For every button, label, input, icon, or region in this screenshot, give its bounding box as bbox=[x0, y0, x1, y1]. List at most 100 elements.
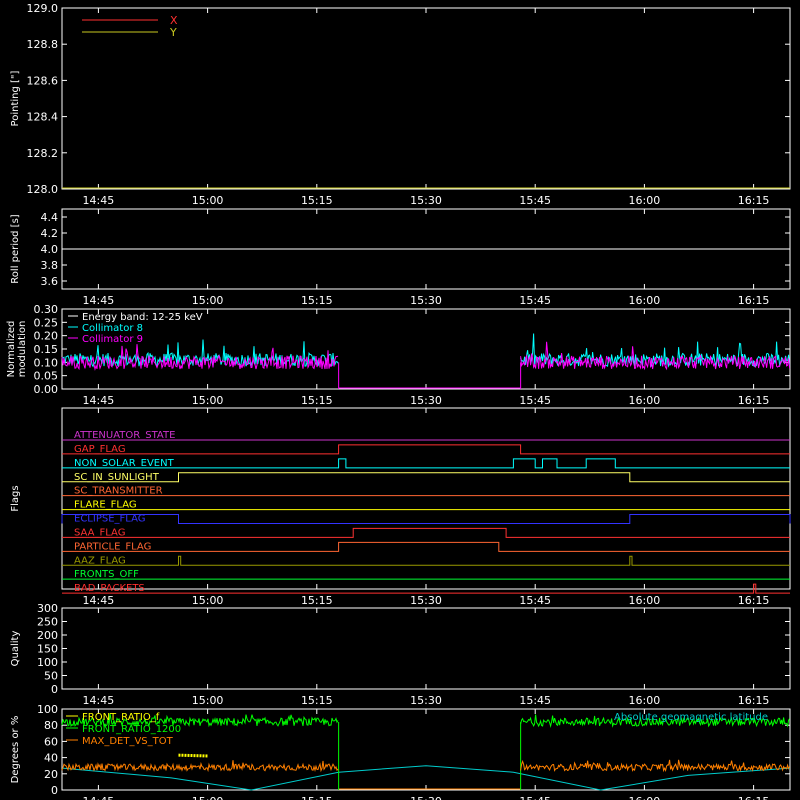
y-tick-label: 0.00 bbox=[34, 383, 59, 396]
x-tick-label: 16:00 bbox=[629, 594, 661, 607]
x-tick-label: 15:15 bbox=[301, 694, 333, 707]
y-axis-label-line: Normalized bbox=[6, 321, 17, 378]
x-tick-label: 15:15 bbox=[301, 394, 333, 407]
x-tick-label: 15:45 bbox=[519, 294, 551, 307]
x-tick-label: 14:45 bbox=[83, 795, 115, 800]
x-tick-label: 15:45 bbox=[519, 394, 551, 407]
y-axis-label-line: Roll period [s] bbox=[10, 214, 21, 283]
y-tick-label: 300 bbox=[37, 602, 58, 615]
x-tick-label: 16:00 bbox=[629, 294, 661, 307]
figure-background bbox=[0, 0, 800, 800]
flag-label: BAD_PACKETS bbox=[74, 583, 145, 594]
y-tick-label: 128.2 bbox=[27, 147, 59, 160]
y-tick-label: 128.4 bbox=[27, 111, 59, 124]
legend-label: Energy band: 12-25 keV bbox=[82, 312, 203, 323]
x-tick-label: 15:45 bbox=[519, 694, 551, 707]
x-tick-label: 16:15 bbox=[738, 795, 770, 800]
y-tick-label: 0 bbox=[51, 784, 58, 797]
legend-label: FRONT_RATIO_1200 bbox=[82, 724, 181, 735]
x-tick-label: 15:00 bbox=[192, 795, 224, 800]
x-tick-label: 14:45 bbox=[83, 394, 115, 407]
y-tick-label: 50 bbox=[44, 670, 58, 683]
x-tick-label: 15:30 bbox=[410, 795, 442, 800]
y-axis-label-line: Flags bbox=[10, 485, 21, 511]
y-axis-label: Roll period [s] bbox=[10, 214, 21, 283]
flag-label: PARTICLE_FLAG bbox=[74, 541, 151, 552]
y-axis-label: Quality bbox=[10, 631, 21, 667]
x-tick-label: 16:15 bbox=[738, 594, 770, 607]
legend-label: Collimator 9 bbox=[82, 334, 143, 345]
y-tick-label: 0.15 bbox=[34, 343, 59, 356]
y-tick-label: 4.2 bbox=[41, 227, 59, 240]
x-tick-label: 15:30 bbox=[410, 594, 442, 607]
x-tick-label: 15:15 bbox=[301, 795, 333, 800]
x-tick-label: 15:30 bbox=[410, 394, 442, 407]
x-tick-label: 15:15 bbox=[301, 594, 333, 607]
y-axis-label: Degrees or % bbox=[10, 716, 21, 784]
y-tick-label: 0.30 bbox=[34, 303, 59, 316]
y-tick-label: 129.0 bbox=[27, 2, 59, 15]
flag-label: SC_IN_SUNLIGHT bbox=[74, 472, 160, 483]
legend-label-right: Absolute geomagnetic latitude bbox=[614, 712, 768, 723]
y-tick-label: 0 bbox=[51, 683, 58, 696]
x-tick-label: 16:15 bbox=[738, 294, 770, 307]
flag-label: ATTENUATOR_STATE bbox=[74, 430, 175, 441]
y-tick-label: 0.10 bbox=[34, 356, 59, 369]
x-tick-label: 15:30 bbox=[410, 294, 442, 307]
y-tick-label: 128.6 bbox=[27, 74, 59, 87]
y-tick-label: 3.8 bbox=[41, 259, 59, 272]
y-tick-label: 128.0 bbox=[27, 183, 59, 196]
y-axis-label-line: Degrees or % bbox=[10, 716, 21, 784]
x-tick-label: 15:30 bbox=[410, 194, 442, 207]
y-axis-label-line: Quality bbox=[10, 631, 21, 667]
legend-label: FRONT_RATIO_f bbox=[82, 712, 160, 723]
x-tick-label: 15:00 bbox=[192, 694, 224, 707]
y-tick-label: 4.4 bbox=[41, 211, 59, 224]
flag-label: GAP_FLAG bbox=[74, 444, 126, 455]
legend-label: Collimator 8 bbox=[82, 323, 143, 334]
y-tick-label: 200 bbox=[37, 629, 58, 642]
x-tick-label: 15:45 bbox=[519, 594, 551, 607]
x-tick-label: 16:00 bbox=[629, 795, 661, 800]
y-axis-label: Normalizedmodulation bbox=[6, 321, 28, 378]
y-tick-label: 0.20 bbox=[34, 330, 59, 343]
y-tick-label: 150 bbox=[37, 643, 58, 656]
x-tick-label: 15:15 bbox=[301, 194, 333, 207]
y-tick-label: 128.8 bbox=[27, 38, 59, 51]
y-axis-label: Pointing ["] bbox=[10, 70, 21, 126]
flag-label: FLARE_FLAG bbox=[74, 500, 137, 511]
legend-label: Y bbox=[169, 26, 177, 39]
flag-label: FRONTS_OFF bbox=[74, 569, 139, 580]
y-tick-label: 250 bbox=[37, 616, 58, 629]
y-tick-label: 4.0 bbox=[41, 243, 59, 256]
x-tick-label: 15:45 bbox=[519, 795, 551, 800]
y-axis-label-line: modulation bbox=[17, 321, 28, 378]
y-tick-label: 0.25 bbox=[34, 316, 59, 329]
flag-label: NON_SOLAR_EVENT bbox=[74, 458, 175, 469]
flag-label: SC_TRANSMITTER bbox=[74, 486, 163, 497]
x-tick-label: 16:15 bbox=[738, 694, 770, 707]
y-axis-label: Flags bbox=[10, 485, 21, 511]
x-tick-label: 15:00 bbox=[192, 594, 224, 607]
x-tick-label: 14:45 bbox=[83, 594, 115, 607]
y-tick-label: 3.6 bbox=[41, 275, 59, 288]
x-tick-label: 15:45 bbox=[519, 194, 551, 207]
x-tick-label: 14:45 bbox=[83, 194, 115, 207]
y-tick-label: 60 bbox=[44, 735, 58, 748]
y-tick-label: 20 bbox=[44, 768, 58, 781]
flag-label: ECLIPSE_FLAG bbox=[74, 514, 145, 525]
orbit-summary-figure: 14:45 15:00 15:15 15:30 15:45 16:00 16:15 Point… bbox=[0, 0, 800, 800]
y-tick-label: 40 bbox=[44, 752, 58, 765]
x-tick-label: 15:00 bbox=[192, 394, 224, 407]
x-tick-label: 14:45 bbox=[83, 694, 115, 707]
flag-label: SAA_FLAG bbox=[74, 527, 125, 538]
x-tick-label: 15:00 bbox=[192, 194, 224, 207]
x-tick-label: 16:15 bbox=[738, 194, 770, 207]
x-tick-label: 16:00 bbox=[629, 694, 661, 707]
flag-label: AAZ_FLAG bbox=[74, 555, 126, 566]
y-tick-label: 80 bbox=[44, 719, 58, 732]
x-tick-label: 16:00 bbox=[629, 194, 661, 207]
x-tick-label: 16:15 bbox=[738, 394, 770, 407]
y-tick-label: 0.05 bbox=[34, 370, 59, 383]
x-tick-label: 15:00 bbox=[192, 294, 224, 307]
